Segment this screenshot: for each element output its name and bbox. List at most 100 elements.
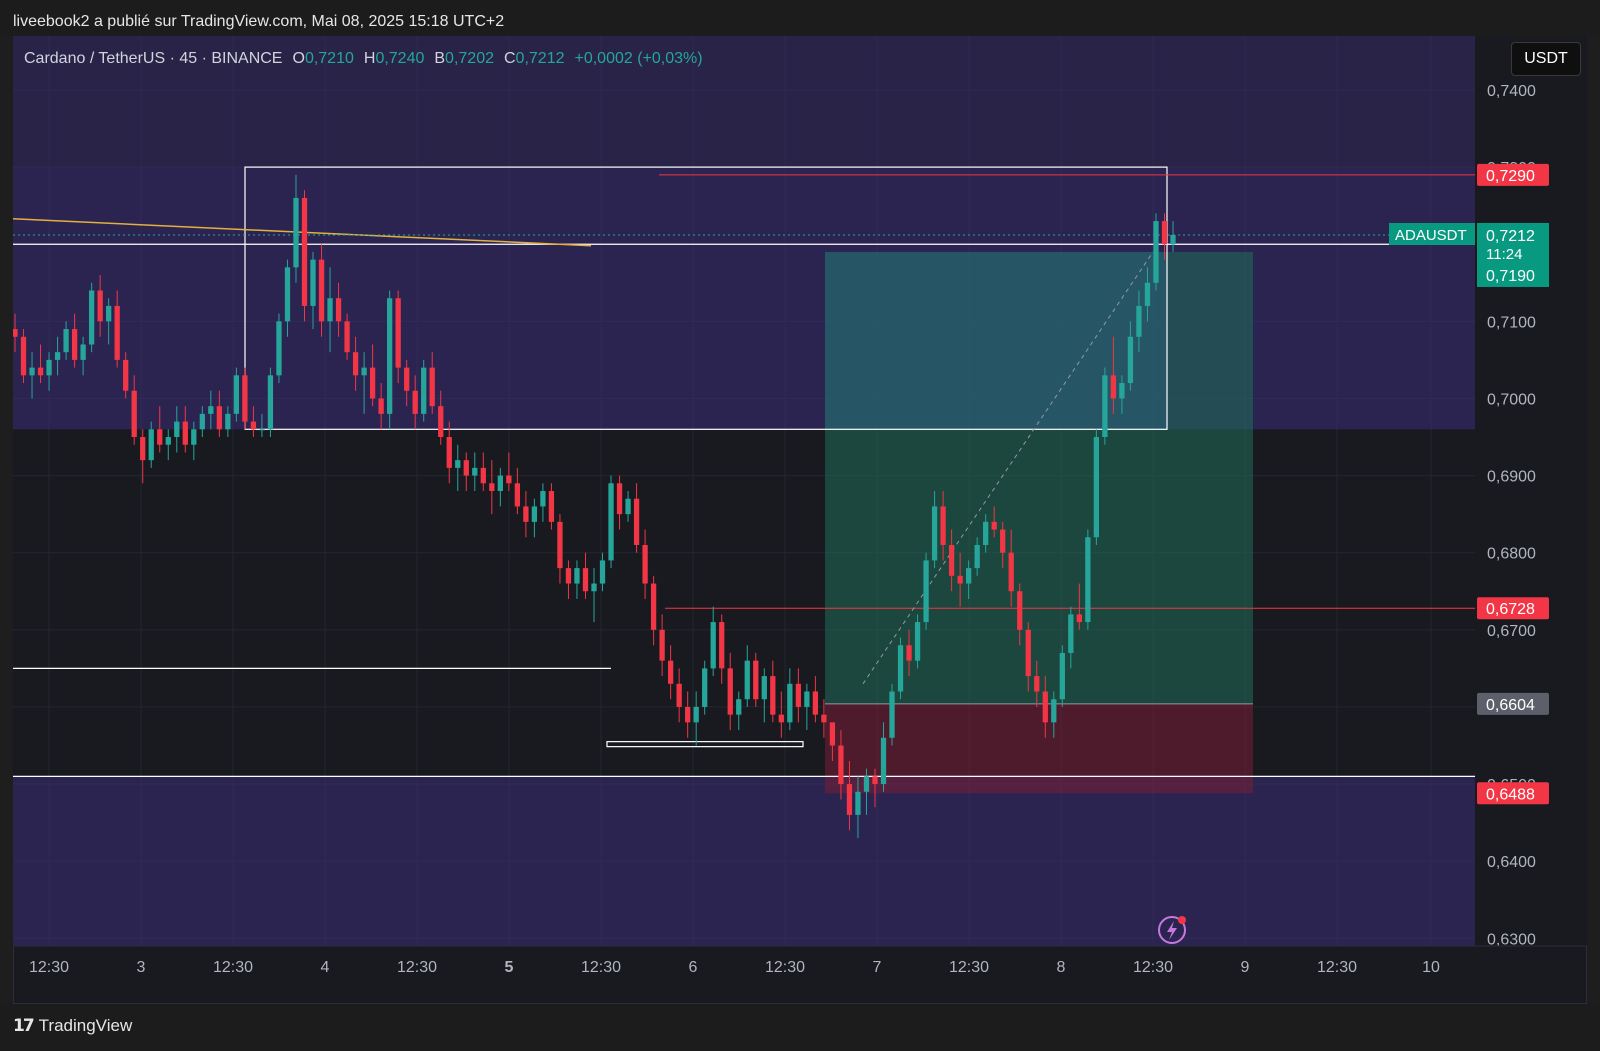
candle-body xyxy=(846,784,853,815)
candle-body xyxy=(199,413,205,430)
time-tick-label: 5 xyxy=(505,959,514,976)
candle-body xyxy=(463,460,469,476)
close-value: 0,7212 xyxy=(515,50,565,67)
price-tick-label: 0,7400 xyxy=(1487,83,1536,100)
candle-body xyxy=(455,460,461,468)
current-price-text: 0,7212 xyxy=(1486,228,1535,245)
candle-body xyxy=(378,398,384,414)
candle-body xyxy=(676,683,682,707)
candle-body xyxy=(208,406,214,414)
open-label: O xyxy=(292,50,305,67)
brand-text: TradingView xyxy=(38,1016,133,1035)
candle-body xyxy=(352,352,359,376)
candle-body xyxy=(1059,652,1065,700)
time-tick-label: 12:30 xyxy=(397,959,437,976)
candle-body xyxy=(710,622,716,669)
candle-body xyxy=(616,483,623,515)
candle-body xyxy=(642,544,648,584)
candle-body xyxy=(318,259,325,322)
candle-body xyxy=(140,437,146,461)
candle-body xyxy=(421,367,427,414)
price-label-0-6728: 0,6728 xyxy=(1477,597,1549,620)
candle-body xyxy=(225,413,231,430)
candle-body xyxy=(667,660,674,684)
candle-body xyxy=(702,668,708,707)
candle-body xyxy=(812,691,819,715)
time-tick-label: 12:30 xyxy=(29,959,69,976)
price-label-0-6728-text: 0,6728 xyxy=(1486,601,1535,618)
time-tick-label: 10 xyxy=(1422,959,1440,976)
candle-body xyxy=(761,676,767,700)
candle-body xyxy=(1170,234,1176,245)
candle-body xyxy=(429,367,435,407)
candle-body xyxy=(472,467,478,476)
price-label-0-6488-text: 0,6488 xyxy=(1486,786,1535,803)
candle-body xyxy=(685,706,691,723)
candle-body xyxy=(957,575,963,584)
candle-body xyxy=(991,521,997,530)
candle-body xyxy=(983,521,989,545)
symbol-tag-text: ADAUSDT xyxy=(1395,227,1467,244)
candle-body xyxy=(131,390,137,438)
candle-body xyxy=(719,622,725,669)
publisher-header: liveebook2 a publié sur TradingView.com,… xyxy=(0,0,1600,36)
candle-body xyxy=(1051,699,1057,723)
candle-body xyxy=(1034,676,1040,692)
publisher-line: liveebook2 a publié sur TradingView.com,… xyxy=(13,13,505,30)
candle-body xyxy=(106,305,112,322)
candle-body xyxy=(744,660,750,700)
time-tick-label: 12:30 xyxy=(949,959,989,976)
candle-body xyxy=(369,367,376,399)
candle-body xyxy=(114,305,120,360)
candle-body xyxy=(157,429,163,445)
candle-body xyxy=(727,668,733,715)
candle-body xyxy=(97,290,103,322)
candle-body xyxy=(13,329,18,337)
candle-body xyxy=(1076,614,1082,623)
candle-body xyxy=(1068,614,1074,653)
candle-body xyxy=(548,491,555,522)
candle-body xyxy=(523,506,529,522)
candle-body xyxy=(897,645,904,692)
candle-body xyxy=(889,691,895,738)
candle-body xyxy=(736,699,742,715)
candle-body xyxy=(80,344,86,360)
candle-body xyxy=(250,421,257,430)
candle-body xyxy=(335,298,342,322)
candle-body xyxy=(506,475,512,484)
candle-body xyxy=(293,197,299,268)
footer xyxy=(0,1004,1600,1051)
time-tick-label: 9 xyxy=(1241,959,1250,976)
price-chart[interactable]: 0,74000,73000,71000,70000,69000,68000,67… xyxy=(13,36,1587,1004)
time-tick-label: 3 xyxy=(137,959,146,976)
candle-body xyxy=(804,691,810,707)
candle-body xyxy=(148,429,154,461)
price-label-0-6604-text: 0,6604 xyxy=(1486,697,1535,714)
candle-body xyxy=(940,506,946,545)
currency-button[interactable]: USDT xyxy=(1511,42,1581,76)
candle-body xyxy=(591,583,597,592)
tradingview-logo[interactable]: 17 TradingView xyxy=(13,1016,132,1036)
candle-body xyxy=(608,483,614,561)
candle-body xyxy=(387,298,393,414)
open-value: 0,7210 xyxy=(304,50,354,67)
low-label: B xyxy=(434,50,446,67)
candle-body xyxy=(633,498,640,545)
candle-body xyxy=(438,406,444,438)
candle-body xyxy=(1161,221,1168,245)
high-label: H xyxy=(363,50,376,67)
price-tick-label: 0,6800 xyxy=(1487,546,1536,563)
candle-body xyxy=(540,491,546,507)
countdown-text: 11:24 xyxy=(1486,246,1522,263)
candle-body xyxy=(625,498,631,515)
flash-badge xyxy=(1178,916,1186,924)
candle-body xyxy=(1110,375,1117,399)
bid-price-text: 0,7190 xyxy=(1486,268,1535,285)
time-tick-label: 8 xyxy=(1057,959,1066,976)
candle-body xyxy=(267,375,274,430)
candle-body xyxy=(1144,282,1151,306)
candle-body xyxy=(872,776,878,785)
candle-body xyxy=(1102,375,1108,438)
candle-body xyxy=(838,745,844,785)
candle-body xyxy=(829,722,836,746)
